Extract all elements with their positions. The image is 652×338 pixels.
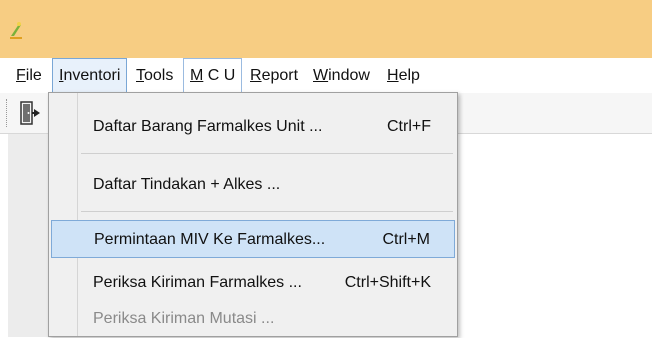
menu-item-shortcut: Ctrl+M [382, 231, 430, 248]
menu-help[interactable]: Help [381, 58, 426, 93]
menu-separator [81, 153, 453, 154]
toolbar-grip[interactable] [6, 99, 10, 127]
menu-item-shortcut: Ctrl+Shift+K [344, 274, 431, 291]
menu-mcu[interactable]: M C U [183, 58, 243, 93]
menu-inventori[interactable]: Inventori [52, 58, 128, 93]
menu-separator [81, 211, 453, 212]
app-logo-icon [10, 22, 22, 39]
inventori-dropdown: Daftar Barang Farmalkes Unit ... Ctrl+F … [48, 92, 458, 337]
menu-item-label: Periksa Kiriman Mutasi ... [93, 310, 275, 327]
menu-report[interactable]: Report [244, 58, 304, 93]
menu-item-shortcut: Ctrl+F [387, 118, 431, 135]
menu-tools[interactable]: Tools [130, 58, 179, 93]
menu-item-periksa-kiriman-farmalkes[interactable]: Periksa Kiriman Farmalkes ... Ctrl+Shift… [51, 264, 455, 302]
menu-item-label: Daftar Tindakan + Alkes ... [93, 176, 281, 193]
menu-item-daftar-barang[interactable]: Daftar Barang Farmalkes Unit ... Ctrl+F [51, 108, 455, 146]
menu-item-daftar-tindakan[interactable]: Daftar Tindakan + Alkes ... [51, 166, 455, 204]
exit-door-icon[interactable] [15, 99, 43, 127]
menu-file[interactable]: File [10, 58, 48, 93]
menu-window[interactable]: Window [307, 58, 376, 93]
menu-item-label: Permintaan MIV Ke Farmalkes... [94, 231, 326, 248]
menu-item-label: Daftar Barang Farmalkes Unit ... [93, 118, 323, 135]
title-bar [0, 0, 652, 58]
menu-bar: File Inventori Tools M C U Report Window… [0, 58, 652, 94]
menu-item-label: Periksa Kiriman Farmalkes ... [93, 274, 302, 291]
workspace-side-panel [8, 134, 49, 337]
menu-item-periksa-kiriman-mutasi[interactable]: Periksa Kiriman Mutasi ... [51, 300, 455, 338]
menu-item-permintaan-miv[interactable]: Permintaan MIV Ke Farmalkes... Ctrl+M [51, 220, 455, 258]
